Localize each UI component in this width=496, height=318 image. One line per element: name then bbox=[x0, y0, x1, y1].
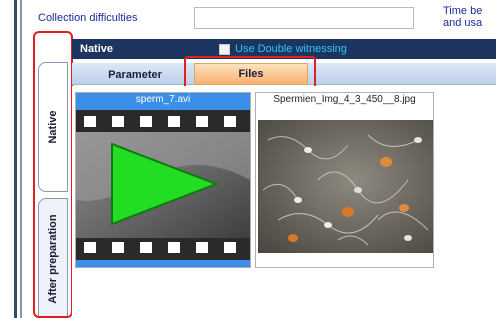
edge-line bbox=[14, 0, 17, 318]
edge-line bbox=[20, 0, 22, 318]
left-window-edge bbox=[0, 0, 30, 318]
file-name: sperm_7.avi bbox=[135, 94, 191, 105]
time-label: Time be and usa bbox=[443, 5, 483, 29]
tab-parameter[interactable]: Parameter bbox=[80, 65, 190, 85]
video-file-icon[interactable] bbox=[76, 110, 250, 260]
file-tile-selection-bottom bbox=[76, 261, 250, 266]
section-title: Native bbox=[80, 43, 114, 55]
microscope-image-thumbnail[interactable] bbox=[258, 120, 433, 253]
highlight-box-side-tabs bbox=[33, 31, 73, 318]
double-witnessing-checkbox[interactable] bbox=[219, 44, 230, 55]
double-witnessing-label[interactable]: Use Double witnessing bbox=[235, 43, 347, 55]
collection-difficulties-label: Collection difficulties bbox=[38, 12, 138, 24]
file-name: Spermien_Img_4_3_450__8.jpg bbox=[273, 94, 416, 105]
collection-difficulties-input[interactable] bbox=[194, 7, 414, 29]
